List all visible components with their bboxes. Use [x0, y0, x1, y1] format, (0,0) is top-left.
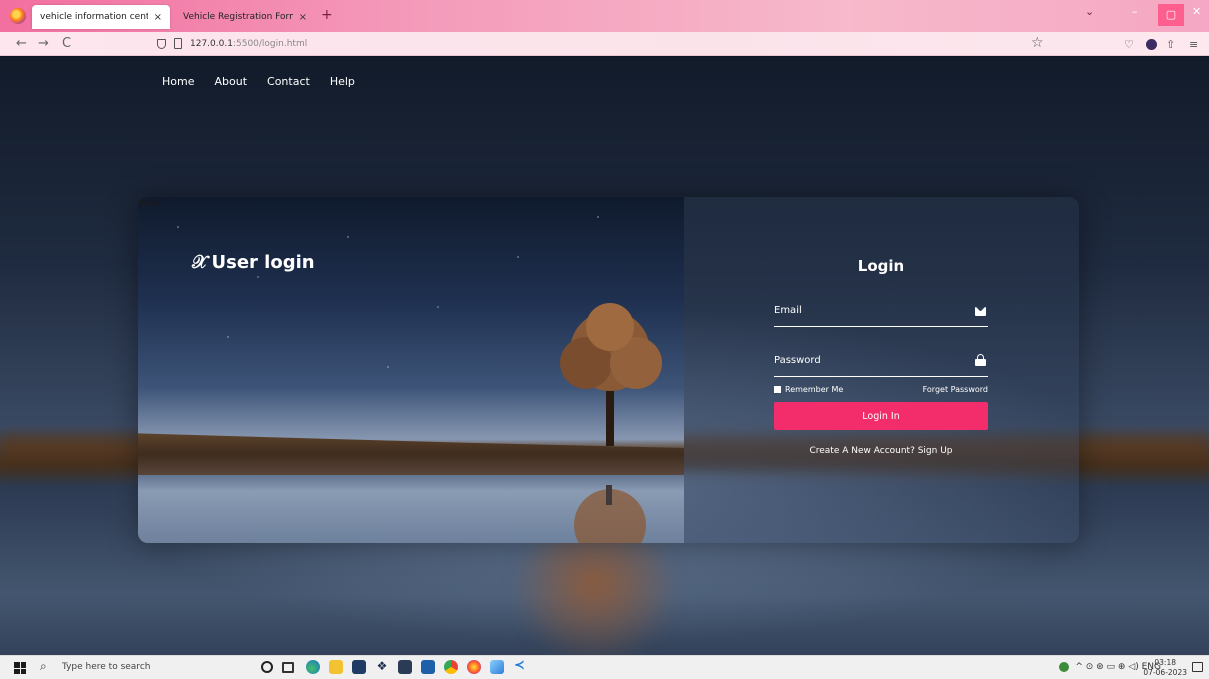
notes-app-icon[interactable] [490, 660, 504, 674]
taskbar-clock[interactable]: 03:18 07-06-2023 [1143, 658, 1187, 678]
chrome-icon[interactable] [444, 660, 458, 674]
remember-me-label: Remember Me [785, 385, 844, 394]
brand-title: User login [211, 252, 315, 273]
tray-app-icon[interactable] [1059, 662, 1070, 672]
remember-me-checkbox[interactable]: Remember Me [774, 385, 843, 394]
url-host: 127.0.0.1 [190, 39, 233, 49]
tab-label: vehicle information centre [40, 12, 148, 22]
clock-time: 03:18 [1154, 658, 1177, 667]
new-tab-button[interactable]: + [321, 7, 333, 23]
bookmark-star-icon[interactable]: ☆ [1031, 35, 1044, 51]
login-card: dello 𝒳 User login Login Email Password … [138, 197, 1079, 543]
hamburger-menu-icon[interactable]: ≡ [1189, 38, 1198, 51]
tracking-shield-icon[interactable] [157, 39, 166, 49]
minimize-button[interactable]: – [1132, 5, 1138, 18]
clock-date: 07-06-2023 [1143, 668, 1187, 677]
list-all-tabs-icon[interactable]: ⌄ [1085, 5, 1094, 18]
notification-center-icon[interactable] [1192, 662, 1203, 672]
account-icon[interactable] [1146, 39, 1157, 50]
tab-vehicle-registration-form[interactable]: Vehicle Registration Form × [175, 5, 315, 29]
page-info-icon[interactable] [174, 38, 182, 49]
firefox-logo-icon[interactable] [10, 8, 26, 24]
email-field[interactable]: Email [774, 297, 988, 327]
close-window-button[interactable]: ✕ [1192, 5, 1201, 18]
tab-close-icon[interactable]: × [154, 12, 162, 23]
xing-logo-icon: 𝒳 [192, 252, 208, 273]
login-form: Login Email Password Remember Me Forget … [774, 257, 988, 456]
nav-link-contact[interactable]: Contact [267, 75, 310, 88]
background-tree-reflection [510, 527, 680, 655]
windows-taskbar: ⌕ Type here to search ❖ ≺ ^ ⊙ ⊛ ▭ ⊕ ◁) E… [0, 655, 1209, 679]
mail-icon[interactable] [421, 660, 435, 674]
checkbox-icon[interactable] [774, 386, 781, 393]
back-arrow-icon[interactable]: ← [16, 36, 27, 51]
vscode-icon[interactable]: ≺ [514, 658, 528, 673]
browser-tab-bar: vehicle information centre × Vehicle Reg… [0, 0, 1209, 32]
tab-vehicle-information-centre[interactable]: vehicle information centre × [32, 5, 170, 29]
browser-toolbar: ← → C 127.0.0.1:5500/login.html ☆ ♡ ⇧ ≡ [0, 32, 1209, 56]
tree-landscape-image: dello [138, 197, 684, 543]
sublime-text-icon[interactable] [398, 660, 412, 674]
forgot-password-link[interactable]: Forget Password [923, 385, 988, 394]
taskbar-search-input[interactable]: Type here to search [62, 662, 150, 672]
windows-start-icon[interactable] [14, 662, 26, 674]
file-explorer-icon[interactable] [329, 660, 343, 674]
lock-icon [975, 354, 986, 366]
login-button[interactable]: Login In [774, 402, 988, 430]
edge-browser-icon[interactable] [306, 660, 320, 674]
page-viewport: Home About Contact Help dello 𝒳 User log… [0, 57, 1209, 655]
form-title: Login [857, 257, 905, 275]
address-bar[interactable]: 127.0.0.1:5500/login.html [190, 39, 307, 49]
site-navigation: Home About Contact Help [162, 75, 355, 88]
cortana-icon[interactable] [261, 661, 273, 673]
reload-icon[interactable]: C [62, 36, 71, 51]
nav-link-home[interactable]: Home [162, 75, 194, 88]
tab-label: Vehicle Registration Form [183, 12, 293, 22]
microsoft-store-icon[interactable] [352, 660, 366, 674]
search-icon[interactable]: ⌕ [40, 659, 47, 674]
nav-link-about[interactable]: About [214, 75, 247, 88]
tree-reflection-image [574, 485, 646, 543]
firefox-icon[interactable] [467, 660, 481, 674]
envelope-icon [975, 307, 986, 316]
forward-arrow-icon[interactable]: → [38, 36, 49, 51]
form-options: Remember Me Forget Password [774, 385, 988, 394]
tab-close-icon[interactable]: × [299, 12, 307, 23]
task-view-icon[interactable] [282, 662, 294, 673]
dropbox-icon[interactable]: ❖ [375, 659, 389, 673]
url-path: :5500/login.html [232, 39, 308, 49]
password-field[interactable]: Password [774, 347, 988, 377]
image-corner-label: dello [138, 199, 160, 209]
signup-link[interactable]: Create A New Account? Sign Up [774, 446, 988, 456]
maximize-button[interactable]: ▢ [1158, 4, 1184, 26]
nav-link-help[interactable]: Help [330, 75, 355, 88]
tree-image [560, 303, 662, 446]
brand-heading: 𝒳 User login [192, 252, 315, 273]
email-placeholder: Email [774, 305, 802, 316]
pocket-icon[interactable]: ♡ [1124, 38, 1134, 51]
password-placeholder: Password [774, 355, 821, 366]
extensions-icon[interactable]: ⇧ [1166, 38, 1175, 51]
